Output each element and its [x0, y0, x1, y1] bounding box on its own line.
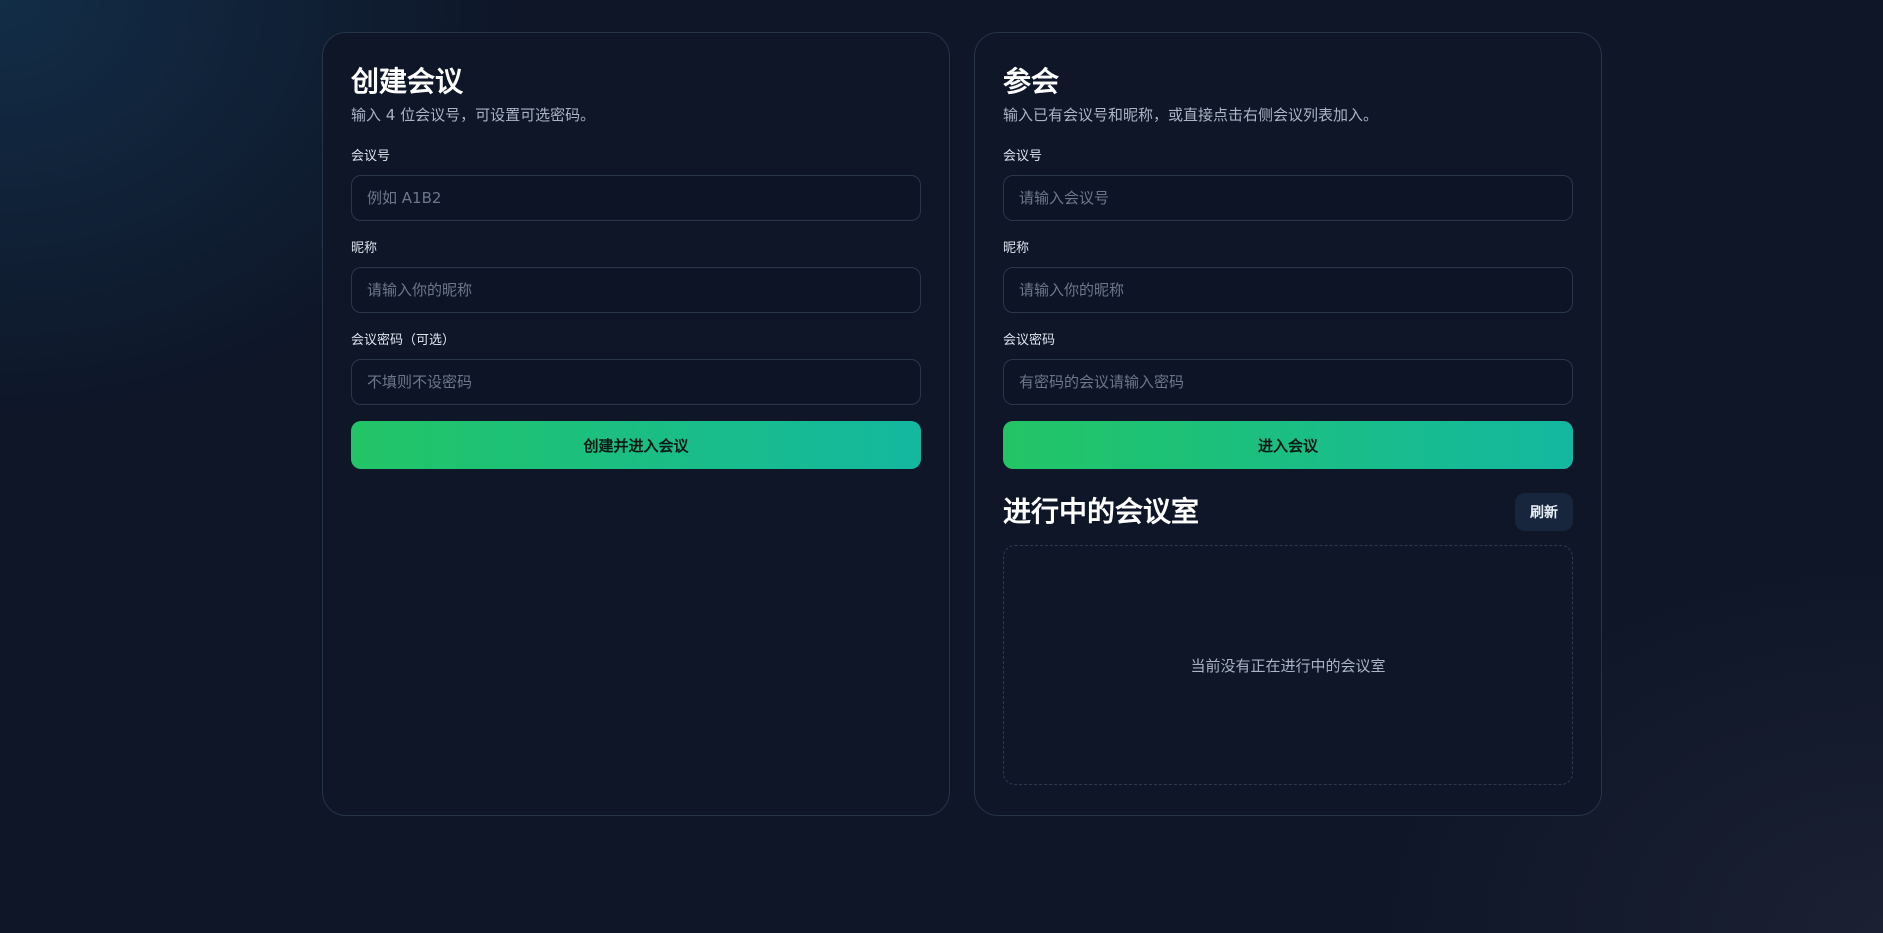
create-nickname-input[interactable] — [351, 267, 921, 313]
join-room-input[interactable] — [1003, 175, 1573, 221]
create-room-label: 会议号 — [351, 149, 391, 164]
active-rooms-header: 进行中的会议室 刷新 — [1003, 493, 1573, 531]
create-meeting-title: 创建会议 — [351, 65, 464, 98]
join-nickname-input[interactable] — [1003, 267, 1573, 313]
join-meeting-title: 参会 — [1003, 65, 1060, 98]
page-container: 创建会议 输入 4 位会议号，可设置可选密码。 会议号 昵称 会议密码（可选） … — [322, 32, 1602, 816]
join-nickname-label: 昵称 — [1003, 241, 1030, 256]
join-meeting-card: 参会 输入已有会议号和昵称，或直接点击右侧会议列表加入。 会议号 昵称 会议密码… — [974, 32, 1602, 816]
join-room-label: 会议号 — [1003, 149, 1043, 164]
create-password-field: 会议密码（可选） — [351, 331, 921, 405]
create-nickname-field: 昵称 — [351, 239, 921, 313]
active-rooms-list: 当前没有正在进行中的会议室 — [1003, 545, 1573, 785]
join-room-field: 会议号 — [1003, 147, 1573, 221]
join-password-label: 会议密码 — [1003, 333, 1056, 348]
create-room-field: 会议号 — [351, 147, 921, 221]
enter-meeting-button[interactable]: 进入会议 — [1003, 421, 1573, 469]
create-password-input[interactable] — [351, 359, 921, 405]
create-meeting-card: 创建会议 输入 4 位会议号，可设置可选密码。 会议号 昵称 会议密码（可选） … — [322, 32, 950, 816]
join-password-input[interactable] — [1003, 359, 1573, 405]
create-meeting-subtitle: 输入 4 位会议号，可设置可选密码。 — [351, 106, 596, 124]
create-password-label: 会议密码（可选） — [351, 333, 456, 348]
join-meeting-subtitle: 输入已有会议号和昵称，或直接点击右侧会议列表加入。 — [1003, 106, 1379, 124]
refresh-button[interactable]: 刷新 — [1515, 493, 1573, 531]
active-rooms-title: 进行中的会议室 — [1003, 495, 1200, 528]
join-nickname-field: 昵称 — [1003, 239, 1573, 313]
create-nickname-label: 昵称 — [351, 241, 378, 256]
create-room-input[interactable] — [351, 175, 921, 221]
create-and-enter-button[interactable]: 创建并进入会议 — [351, 421, 921, 469]
join-password-field: 会议密码 — [1003, 331, 1573, 405]
rooms-empty-state: 当前没有正在进行中的会议室 — [1190, 656, 1386, 675]
